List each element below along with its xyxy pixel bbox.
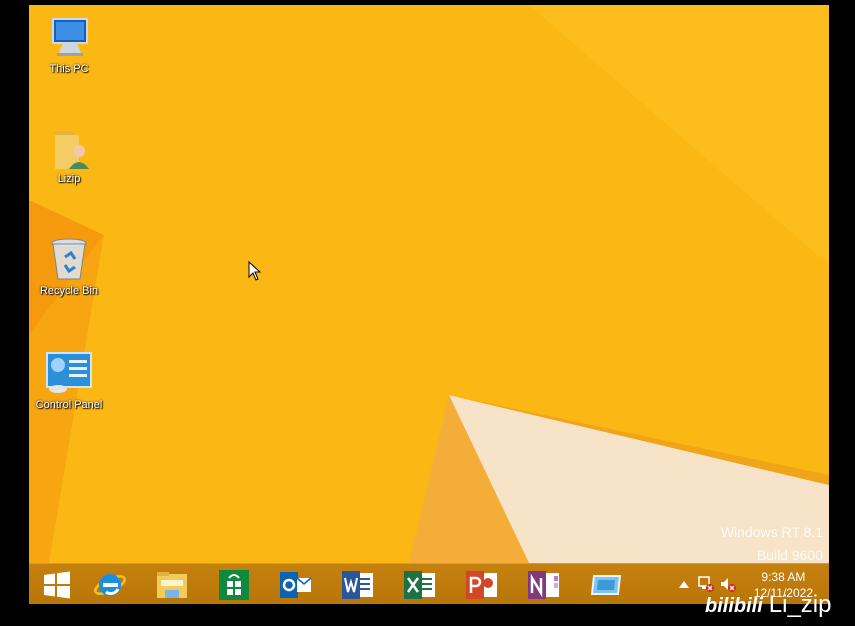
taskbar-word[interactable] <box>330 567 386 603</box>
wallpaper <box>29 5 829 563</box>
computer-icon <box>45 15 93 61</box>
excel-icon <box>404 571 435 599</box>
control-panel-icon <box>45 351 93 397</box>
internet-explorer-icon <box>94 574 126 596</box>
taskbar-onenote[interactable] <box>516 567 572 603</box>
start-icon <box>44 571 70 599</box>
taskbar-file-explorer[interactable] <box>144 567 200 603</box>
taskbar-excel[interactable] <box>392 567 448 603</box>
recycle-bin-icon <box>45 237 93 283</box>
desktop-screen: This PC Lizip Recycle Bin Control Panel … <box>29 5 829 604</box>
screen-root: { "desktop": { "icons": [ {"label": "Thi… <box>0 0 855 626</box>
mouse-cursor-icon <box>248 261 262 281</box>
desktop-icon-label: This PC <box>49 63 89 75</box>
taskbar-remote-desktop[interactable] <box>578 567 634 603</box>
desktop-icon-label: Recycle Bin <box>39 285 99 297</box>
bilibili-logo: bilibili <box>705 595 763 617</box>
show-hidden-icons-icon[interactable] <box>679 580 689 588</box>
taskbar-powerpoint[interactable] <box>454 567 510 603</box>
windows-build-watermark: Windows RT 8.1 Build 9600 <box>721 521 823 567</box>
onenote-icon <box>528 571 559 599</box>
outlook-icon <box>280 572 312 598</box>
clock-time: 9:38 AM <box>761 570 806 584</box>
taskbar-store[interactable] <box>206 567 262 603</box>
desktop-icon-label: Control Panel <box>35 399 103 411</box>
start-button[interactable] <box>29 567 85 603</box>
taskbar-internet-explorer[interactable] <box>82 567 138 603</box>
desktop-icon-lizip[interactable]: Lizip <box>29 125 110 186</box>
desktop-icon-this-pc[interactable]: This PC <box>29 15 110 76</box>
store-icon <box>219 570 249 600</box>
desktop-icon-control-panel[interactable]: Control Panel <box>29 351 110 412</box>
taskbar-outlook[interactable] <box>268 567 324 603</box>
remote-desktop-icon <box>590 575 622 595</box>
watermark-edition: Windows RT 8.1 <box>720 524 823 540</box>
video-watermark: bilibili Li_zip <box>705 590 832 621</box>
word-icon <box>342 571 373 599</box>
uploader-name: Li_zip <box>768 591 832 618</box>
desktop-icon-label: Lizip <box>57 173 81 185</box>
desktop-icon-recycle-bin[interactable]: Recycle Bin <box>29 237 110 298</box>
powerpoint-icon <box>466 571 497 599</box>
file-explorer-icon <box>157 572 187 598</box>
user-folder-icon <box>45 125 93 171</box>
